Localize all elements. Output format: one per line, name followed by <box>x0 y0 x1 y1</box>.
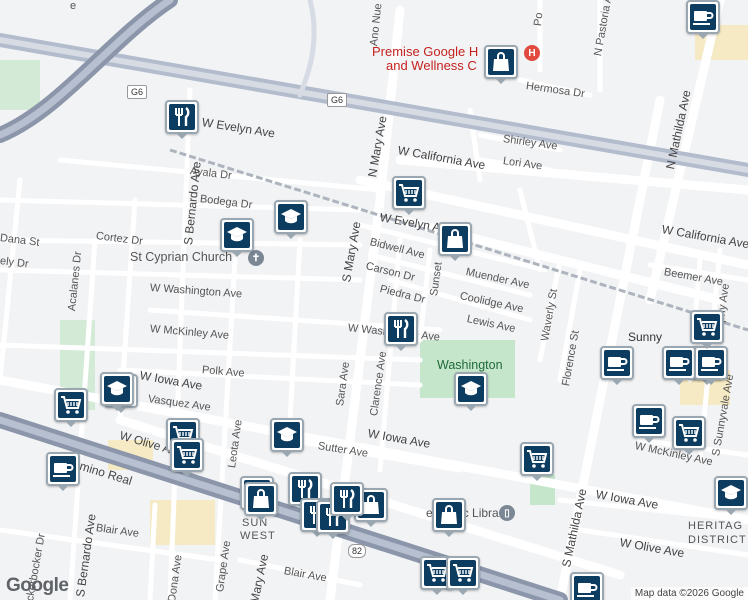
coffee-icon <box>50 456 76 482</box>
school-area <box>150 500 215 545</box>
library-icon[interactable]: ▯ <box>499 505 515 521</box>
church-label[interactable]: St Cyprian Church <box>130 250 232 264</box>
school-icon <box>274 422 300 448</box>
map-pin-school[interactable] <box>270 418 304 457</box>
google-logo: Google <box>6 575 69 596</box>
coffee-icon <box>690 4 716 30</box>
school-icon <box>224 222 250 248</box>
shopping-cart-icon <box>174 442 200 468</box>
coffee-icon <box>698 350 724 376</box>
shopping-bag-icon <box>436 502 462 528</box>
map-pin-restaurant[interactable] <box>165 100 199 139</box>
route-shield-82: 82 <box>348 544 367 558</box>
map-pin-restaurant[interactable] <box>384 312 418 351</box>
map-pin-coffee[interactable] <box>694 346 728 385</box>
shopping-bag-icon <box>488 49 514 75</box>
route-shield-g6: G6 <box>127 85 148 99</box>
map-pin-school[interactable] <box>274 200 308 239</box>
park-area <box>0 60 40 110</box>
map-pin-shopping-bag[interactable] <box>438 222 472 261</box>
map-pin-shopping-cart[interactable] <box>170 438 204 477</box>
map-pin-shopping-cart[interactable] <box>446 556 480 595</box>
map-pin-coffee[interactable] <box>662 346 696 385</box>
coffee-icon <box>574 576 600 600</box>
school-icon <box>104 376 130 402</box>
route-shield-g6: G6 <box>327 93 348 107</box>
map-pin-restaurant[interactable] <box>330 482 364 521</box>
map-pin-coffee[interactable] <box>46 452 80 491</box>
school-icon <box>278 204 304 230</box>
map-pin-coffee[interactable] <box>632 404 666 443</box>
map-pin-coffee[interactable] <box>600 346 634 385</box>
map-pin-shopping-cart[interactable] <box>392 176 426 215</box>
map-pin-shopping-cart[interactable] <box>520 442 554 481</box>
map-pin-school[interactable] <box>220 218 254 257</box>
district-label: DISTRICT <box>688 534 747 546</box>
map-pin-school[interactable] <box>454 372 488 411</box>
church-icon[interactable]: ✝ <box>248 250 264 266</box>
map-attribution[interactable]: Map data ©2026 Google <box>630 587 748 600</box>
shopping-cart-icon <box>524 446 550 472</box>
map-pin-coffee[interactable] <box>570 572 604 600</box>
park-label[interactable]: Washington <box>437 358 503 372</box>
restaurant-icon <box>388 316 414 342</box>
hospital-icon[interactable]: H <box>524 45 540 61</box>
map-pin-coffee[interactable] <box>686 0 720 39</box>
street-label: Po <box>532 11 546 27</box>
street-label: e <box>70 0 77 12</box>
coffee-icon <box>636 408 662 434</box>
shopping-bag-icon <box>442 226 468 252</box>
school-icon <box>718 480 744 506</box>
map-pin-shopping-cart[interactable] <box>690 310 724 349</box>
hospital-label-line2[interactable]: and Wellness C <box>386 58 477 73</box>
map-canvas[interactable]: W Evelyn Ave W Evelyn Ave N Mary Ave S M… <box>0 0 748 600</box>
coffee-icon <box>604 350 630 376</box>
area-label: Sunny <box>628 330 663 344</box>
map-pin-shopping-bag[interactable] <box>484 45 518 84</box>
restaurant-icon <box>169 104 195 130</box>
coffee-icon <box>666 350 692 376</box>
map-pin-shopping-bag[interactable] <box>244 482 278 521</box>
map-pin-shopping-cart[interactable] <box>672 416 706 455</box>
shopping-cart-icon <box>396 180 422 206</box>
map-pin-shopping-bag[interactable] <box>432 498 466 537</box>
district-label: HERITAG <box>688 520 744 532</box>
map-pin-school[interactable] <box>714 476 748 515</box>
shopping-cart-icon <box>58 392 84 418</box>
school-icon <box>458 376 484 402</box>
shopping-cart-icon <box>450 560 476 586</box>
hospital-label[interactable]: Premise Google H <box>372 44 478 59</box>
map-pin-school[interactable] <box>100 372 134 411</box>
restaurant-icon <box>334 486 360 512</box>
map-pin-shopping-cart[interactable] <box>54 388 88 427</box>
area-label: WEST <box>240 530 276 542</box>
shopping-bag-icon <box>248 486 274 512</box>
shopping-cart-icon <box>694 314 720 340</box>
shopping-cart-icon <box>676 420 702 446</box>
